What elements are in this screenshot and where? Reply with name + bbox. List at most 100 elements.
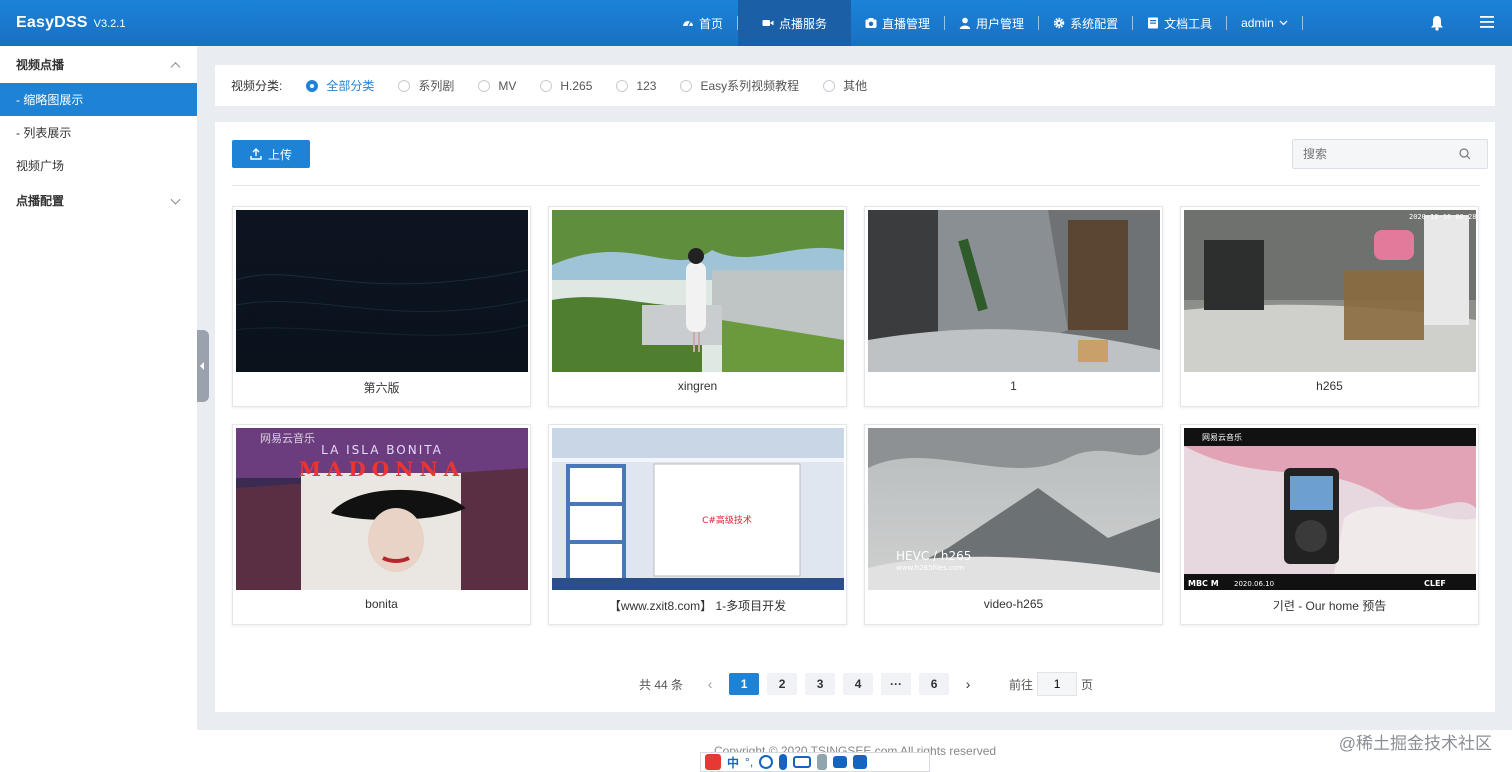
nav-item-home[interactable]: 首页 xyxy=(668,0,737,46)
radio-label: 全部分类 xyxy=(326,79,375,93)
ime-grid-icon[interactable] xyxy=(853,755,868,769)
video-thumbnail[interactable] xyxy=(552,210,844,372)
sidebar-group-vod-config[interactable]: 点播配置 xyxy=(0,182,197,219)
thumbnail-image: LA ISLA BONITA MADONNA 网易云音乐 xyxy=(236,428,528,590)
thumbnail-image: HEVC / h265 www.h265files.com xyxy=(868,428,1160,590)
radio-label: Easy系列视频教程 xyxy=(700,79,800,93)
radio-dot xyxy=(478,79,491,92)
ime-keyboard-icon[interactable] xyxy=(793,756,812,768)
radio-label: 系列剧 xyxy=(418,79,455,93)
nav-item-live[interactable]: 直播管理 xyxy=(851,0,944,46)
video-card[interactable]: C#高级技术 【www.zxit8.com】 1-多项目开发 xyxy=(548,424,847,625)
video-card[interactable]: 2020-10-16 00:28:36 h265 xyxy=(1180,206,1479,407)
nav-item-label: 文档工具 xyxy=(1164,16,1213,31)
video-card[interactable]: 网易云音乐 MBC M 2020.06.10 CLEF 기련 - Our hom… xyxy=(1180,424,1479,625)
radio-dot xyxy=(680,79,693,92)
ime-skin-icon[interactable] xyxy=(833,756,848,768)
hamburger-menu-icon[interactable] xyxy=(1480,16,1494,28)
nav-item-vod[interactable]: 点播服务 xyxy=(738,0,852,46)
video-thumbnail[interactable]: LA ISLA BONITA MADONNA 网易云音乐 xyxy=(236,428,528,590)
thumbnail-caption: HEVC / h265 xyxy=(896,549,971,563)
video-camera-icon xyxy=(762,20,774,26)
video-title: 【www.zxit8.com】 1-多项目开发 xyxy=(608,599,787,613)
page-button[interactable]: 3 xyxy=(805,673,836,695)
radio-all[interactable]: 全部分类 xyxy=(306,77,374,94)
camera-icon xyxy=(865,18,877,28)
video-thumbnail[interactable]: HEVC / h265 www.h265files.com xyxy=(868,428,1160,590)
user-name: admin xyxy=(1241,16,1274,30)
page-button[interactable]: 2 xyxy=(767,673,798,695)
chevron-right-icon[interactable]: › xyxy=(957,673,979,695)
site-watermark: @稀土掘金技术社区 xyxy=(1338,734,1492,753)
pagination: 共 44 条 ‹ 1 2 3 4 ··· 6 › 前往 页 xyxy=(639,672,1093,696)
video-card[interactable]: 1 xyxy=(864,206,1163,407)
sidebar: 视频点播 - 缩略图展示 - 列表展示 视频广场 点播配置 xyxy=(0,46,197,772)
filter-label: 视频分类: xyxy=(231,79,283,93)
chevron-left-icon[interactable]: ‹ xyxy=(699,673,721,695)
radio-series[interactable]: 系列剧 xyxy=(398,77,454,94)
ime-emoji-icon[interactable] xyxy=(759,755,774,769)
radio-label: MV xyxy=(498,78,517,93)
chevron-down-icon xyxy=(1279,20,1288,26)
sidebar-collapse-handle[interactable] xyxy=(197,330,209,402)
video-card[interactable]: xingren xyxy=(548,206,847,407)
page-jump-input[interactable] xyxy=(1037,672,1078,696)
brand[interactable]: EasyDSS V3.2.1 xyxy=(16,14,125,32)
video-thumbnail[interactable]: C#高级技术 xyxy=(552,428,844,590)
video-thumbnail[interactable] xyxy=(868,210,1160,372)
main-nav: 首页 点播服务 直播管理 用户管理 系统配置 文档工具 admin xyxy=(668,0,1303,46)
radio-dot xyxy=(616,79,629,92)
nav-item-docs[interactable]: 文档工具 xyxy=(1133,0,1226,46)
search-input[interactable] xyxy=(1303,147,1453,161)
bell-icon[interactable] xyxy=(1430,15,1444,31)
video-card[interactable]: LA ISLA BONITA MADONNA 网易云音乐 bonita xyxy=(232,424,531,625)
thumbnail-watermark: 网易云音乐 xyxy=(260,431,315,445)
ime-chinese-mode-icon[interactable]: 中 xyxy=(727,754,739,771)
video-card[interactable]: 第六版 xyxy=(232,206,531,407)
gear-icon xyxy=(1053,17,1065,29)
radio-123[interactable]: 123 xyxy=(616,79,656,93)
video-thumbnail[interactable] xyxy=(236,210,528,372)
thumbnail-timestamp: 2020-10-16 00:28:36 xyxy=(1409,213,1476,221)
sidebar-group-vod[interactable]: 视频点播 xyxy=(0,46,197,83)
sidebar-group-label: 点播配置 xyxy=(16,194,65,208)
video-title: video-h265 xyxy=(983,597,1044,611)
upload-label: 上传 xyxy=(267,147,292,162)
sidebar-item-thumbnails[interactable]: - 缩略图展示 xyxy=(0,83,197,116)
dashboard-icon xyxy=(683,21,693,27)
radio-h265[interactable]: H.265 xyxy=(540,79,592,93)
thumbnail-image: C#高级技术 xyxy=(552,428,844,590)
ime-user-icon[interactable] xyxy=(817,754,828,770)
sidebar-item-label: - 列表展示 xyxy=(16,126,72,140)
page-ellipsis-button[interactable]: ··· xyxy=(881,673,912,695)
page-button[interactable]: 4 xyxy=(843,673,874,695)
radio-mv[interactable]: MV xyxy=(478,79,516,93)
nav-item-settings[interactable]: 系统配置 xyxy=(1039,0,1132,46)
video-card[interactable]: HEVC / h265 www.h265files.com video-h265 xyxy=(864,424,1163,625)
thumbnail-caption: MADONNA xyxy=(299,457,466,481)
ime-microphone-icon[interactable] xyxy=(779,754,788,770)
nav-item-users[interactable]: 用户管理 xyxy=(945,0,1038,46)
ime-punctuation-icon[interactable]: °, xyxy=(745,755,753,769)
video-title: 기련 - Our home 预告 xyxy=(1272,599,1387,613)
search-box xyxy=(1292,139,1488,169)
sidebar-item-plaza[interactable]: 视频广场 xyxy=(0,149,197,182)
upload-button[interactable]: 上传 xyxy=(232,140,310,168)
thumbnail-watermark: 网易云音乐 xyxy=(1202,432,1242,442)
video-thumbnail[interactable]: 2020-10-16 00:28:36 xyxy=(1184,210,1476,372)
nav-item-label: 直播管理 xyxy=(882,16,931,31)
page-button[interactable]: 6 xyxy=(919,673,950,695)
thumbnail-caption: www.h265files.com xyxy=(896,564,964,572)
sidebar-item-list[interactable]: - 列表展示 xyxy=(0,116,197,149)
search-icon[interactable] xyxy=(1459,148,1471,160)
video-thumbnail[interactable]: 网易云音乐 MBC M 2020.06.10 CLEF xyxy=(1184,428,1476,590)
nav-item-label: 系统配置 xyxy=(1070,16,1119,31)
pagination-total: 共 44 条 xyxy=(639,677,684,692)
radio-easy-tutorials[interactable]: Easy系列视频教程 xyxy=(680,77,799,94)
page-button[interactable]: 1 xyxy=(729,673,760,695)
radio-other[interactable]: 其他 xyxy=(823,77,867,94)
ime-logo-icon[interactable] xyxy=(705,754,721,770)
sidebar-item-label: - 缩略图展示 xyxy=(16,93,84,107)
ime-toolbar: 中 °, xyxy=(700,752,930,772)
user-menu[interactable]: admin xyxy=(1227,0,1302,46)
